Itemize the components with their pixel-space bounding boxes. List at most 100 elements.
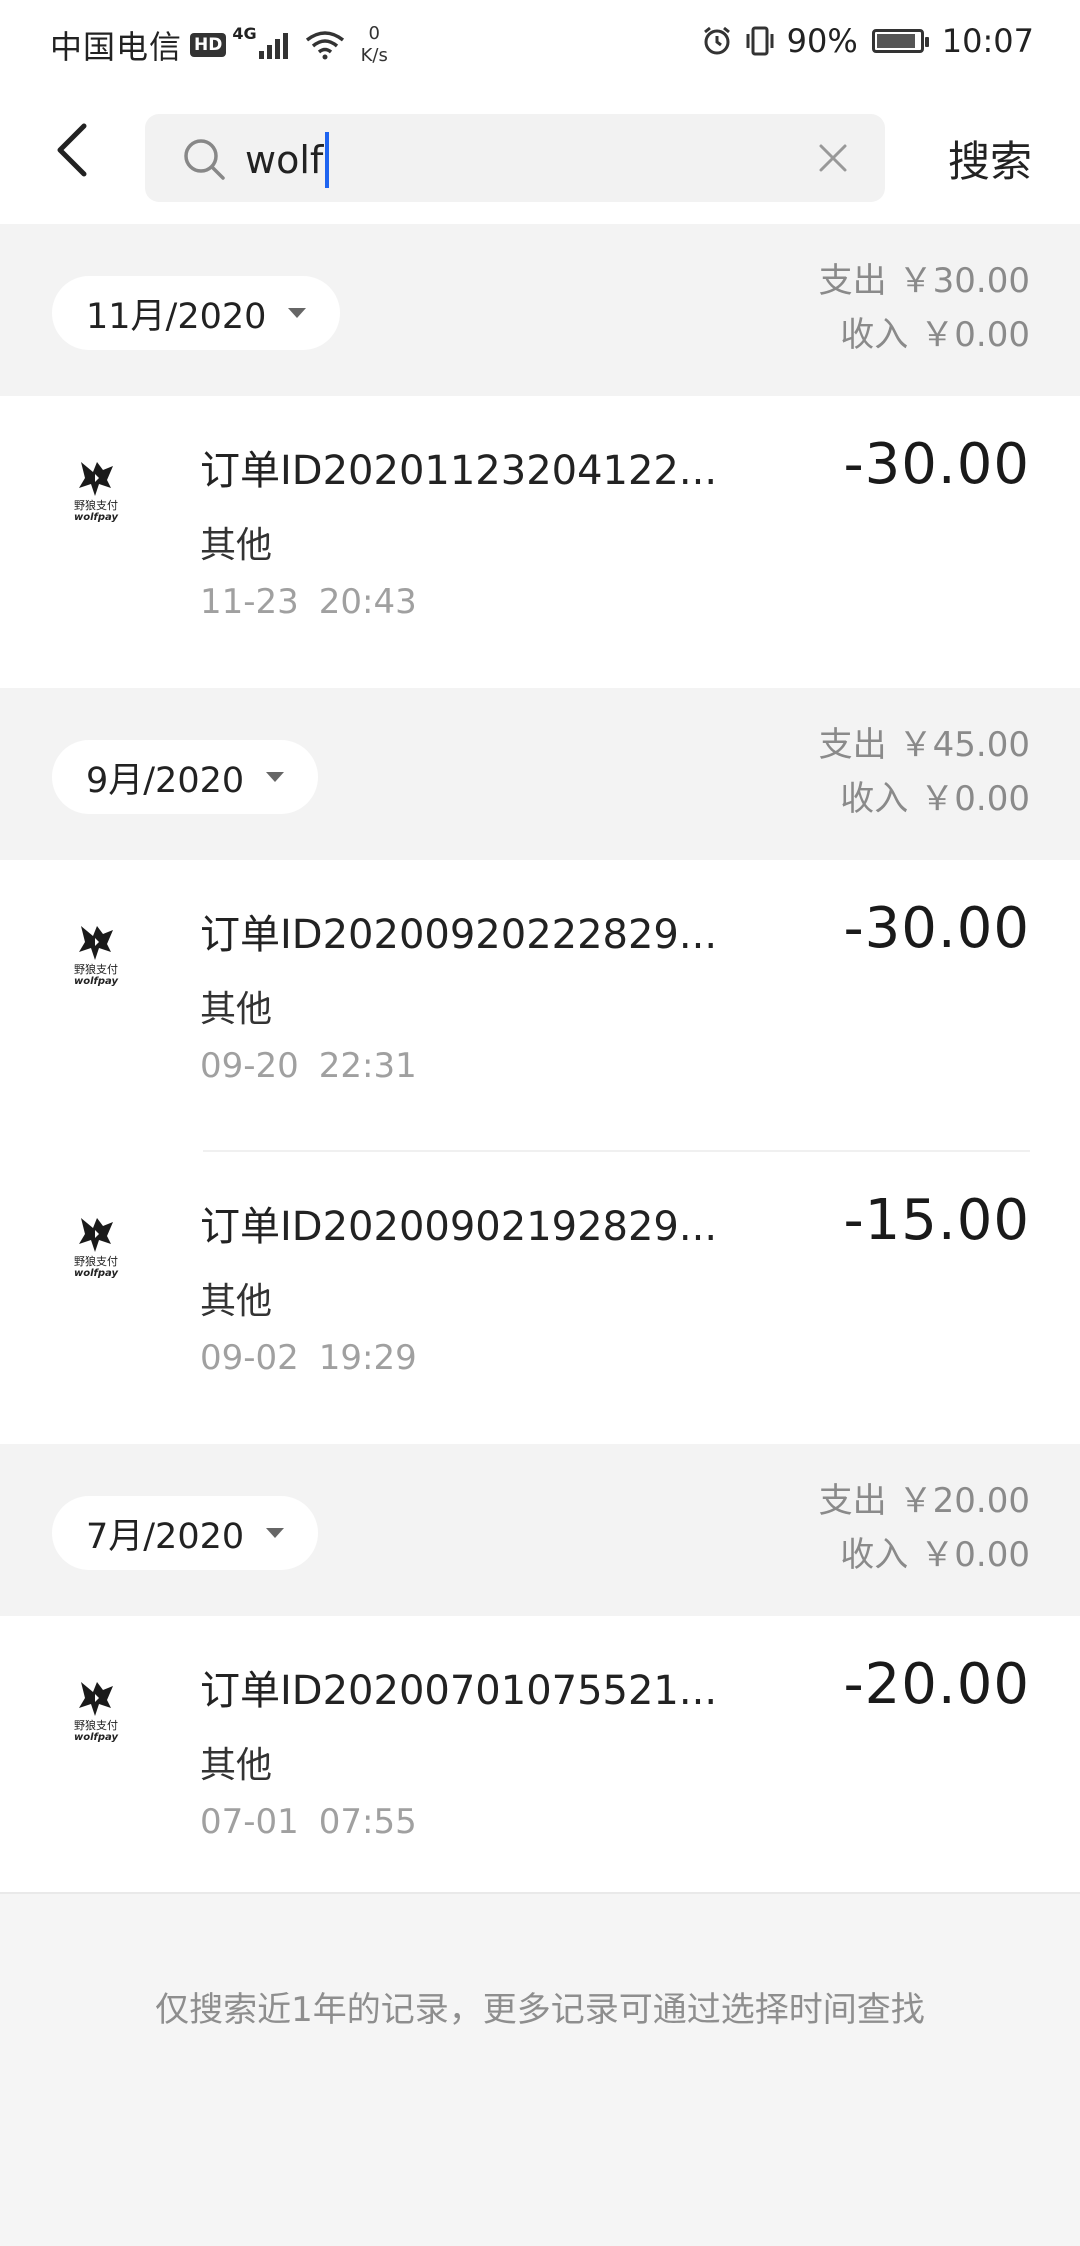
month-summary: 支出 ￥45.00 收入 ￥0.00 bbox=[819, 718, 1030, 826]
transaction-category: 其他 bbox=[200, 525, 273, 566]
transaction-date: 11-23 bbox=[200, 582, 299, 622]
transaction-amount: -20.00 bbox=[843, 1652, 1030, 1717]
income-amount: ￥0.00 bbox=[920, 779, 1030, 819]
transaction-time: 20:43 bbox=[318, 582, 417, 622]
merchant-logo-en: wolfpay bbox=[73, 512, 118, 523]
month-group-header: 7月/2020 支出 ￥20.00 收入 ￥0.00 bbox=[0, 1444, 1080, 1616]
clock: 10:07 bbox=[941, 22, 1034, 60]
transaction-datetime: 09-02 19:29 bbox=[200, 1338, 417, 1378]
month-summary: 支出 ￥20.00 收入 ￥0.00 bbox=[819, 1474, 1030, 1582]
speed-unit: K/s bbox=[360, 45, 388, 66]
merchant-logo: 野狼支付 wolfpay bbox=[60, 1678, 132, 1758]
transaction-time: 07:55 bbox=[318, 1802, 417, 1842]
transaction-category: 其他 bbox=[200, 989, 273, 1030]
expense-summary: 支出 ￥20.00 bbox=[819, 1474, 1030, 1528]
transaction-datetime: 11-23 20:43 bbox=[200, 582, 417, 622]
income-summary: 收入 ￥0.00 bbox=[819, 308, 1030, 362]
wolf-logo-icon bbox=[79, 926, 113, 960]
income-label: 收入 bbox=[840, 315, 909, 355]
transaction-time: 19:29 bbox=[318, 1338, 417, 1378]
merchant-logo-cn: 野狼支付 bbox=[74, 1719, 118, 1732]
hd-badge: HD bbox=[190, 33, 227, 57]
search-header: wolf 搜索 bbox=[0, 88, 1080, 224]
month-selector[interactable]: 9月/2020 bbox=[52, 740, 319, 814]
carrier-name: 中国电信 bbox=[50, 28, 183, 66]
month-label: 9月/2020 bbox=[86, 760, 245, 801]
merchant-logo-cn: 野狼支付 bbox=[74, 1255, 118, 1268]
transaction-date: 09-02 bbox=[200, 1338, 299, 1378]
footer: 仅搜索近1年的记录，更多记录可通过选择时间查找 bbox=[0, 1892, 1080, 2246]
merchant-logo-en: wolfpay bbox=[73, 976, 118, 987]
search-query[interactable]: wolf bbox=[245, 132, 330, 188]
vibrate-icon bbox=[746, 26, 774, 56]
transaction-category: 其他 bbox=[200, 1745, 273, 1786]
transaction-datetime: 09-20 22:31 bbox=[200, 1046, 417, 1086]
month-selector[interactable]: 7月/2020 bbox=[52, 1496, 319, 1570]
wolf-logo-icon bbox=[79, 462, 113, 496]
wolf-logo-icon bbox=[79, 1218, 113, 1252]
expense-label: 支出 bbox=[818, 261, 887, 301]
merchant-logo: 野狼支付 wolfpay bbox=[60, 458, 132, 538]
battery-percent: 90% bbox=[786, 22, 858, 60]
month-selector[interactable]: 11月/2020 bbox=[52, 276, 341, 350]
alarm-icon bbox=[703, 26, 730, 55]
back-button[interactable] bbox=[40, 118, 104, 182]
expense-label: 支出 bbox=[818, 1481, 887, 1521]
wifi-icon bbox=[305, 31, 344, 60]
status-bar: 中国电信 HD 4G 0 K/s 90% 10:07 bbox=[0, 0, 1080, 88]
transaction-category: 其他 bbox=[200, 1281, 273, 1322]
expense-summary: 支出 ￥30.00 bbox=[819, 254, 1030, 308]
merchant-logo: 野狼支付 wolfpay bbox=[60, 1214, 132, 1294]
search-icon bbox=[184, 139, 225, 180]
text-caret bbox=[325, 132, 330, 188]
transaction-row[interactable]: 野狼支付 wolfpay 订单ID20200701075521... 其他 07-01 0… bbox=[0, 1616, 1080, 1908]
transaction-row[interactable]: 野狼支付 wolfpay 订单ID20200920222829... 其他 09-20 2… bbox=[0, 860, 1080, 1152]
search-query-text: wolf bbox=[245, 138, 324, 182]
income-label: 收入 bbox=[840, 1535, 909, 1575]
speed-value: 0 bbox=[368, 23, 380, 44]
merchant-logo-cn: 野狼支付 bbox=[74, 499, 118, 512]
status-left: 中国电信 HD 4G 0 K/s bbox=[50, 22, 388, 68]
transaction-row[interactable]: 野狼支付 wolfpay 订单ID20200902192829... 其他 09-02 1… bbox=[0, 1152, 1080, 1444]
month-group-header: 11月/2020 支出 ￥30.00 收入 ￥0.00 bbox=[0, 224, 1080, 396]
month-group-header: 9月/2020 支出 ￥45.00 收入 ￥0.00 bbox=[0, 688, 1080, 860]
merchant-logo-en: wolfpay bbox=[73, 1268, 118, 1279]
transaction-title: 订单ID20200920222829... bbox=[200, 912, 718, 958]
clear-icon[interactable] bbox=[815, 140, 851, 176]
network-type: 4G bbox=[232, 23, 257, 43]
transaction-amount: -30.00 bbox=[843, 896, 1030, 961]
transaction-amount: -30.00 bbox=[843, 432, 1030, 497]
search-input[interactable]: wolf bbox=[145, 114, 885, 202]
merchant-logo-cn: 野狼支付 bbox=[74, 963, 118, 976]
expense-summary: 支出 ￥45.00 bbox=[819, 718, 1030, 772]
expense-amount: ￥30.00 bbox=[898, 261, 1030, 301]
triangle-down-icon bbox=[288, 308, 307, 318]
transaction-title: 订单ID20200701075521... bbox=[200, 1668, 718, 1714]
month-summary: 支出 ￥30.00 收入 ￥0.00 bbox=[819, 254, 1030, 362]
battery-fill bbox=[876, 34, 915, 48]
month-label: 7月/2020 bbox=[86, 1516, 245, 1557]
network-speed: 0 K/s bbox=[361, 23, 388, 67]
expense-label: 支出 bbox=[818, 725, 887, 765]
income-label: 收入 bbox=[840, 779, 909, 819]
footer-note: 仅搜索近1年的记录，更多记录可通过选择时间查找 bbox=[155, 1990, 925, 2030]
merchant-logo: 野狼支付 wolfpay bbox=[60, 922, 132, 1002]
signal-icon bbox=[258, 31, 291, 59]
transaction-list: 11月/2020 支出 ￥30.00 收入 ￥0.00 野狼支付 wolfpay 订单ID20… bbox=[0, 224, 1080, 1908]
search-button[interactable]: 搜索 bbox=[948, 128, 1032, 189]
expense-amount: ￥20.00 bbox=[898, 1481, 1030, 1521]
triangle-down-icon bbox=[266, 1528, 285, 1538]
merchant-logo-en: wolfpay bbox=[73, 1732, 118, 1743]
transaction-time: 22:31 bbox=[318, 1046, 417, 1086]
income-amount: ￥0.00 bbox=[920, 1535, 1030, 1575]
battery-icon bbox=[871, 29, 929, 53]
transaction-amount: -15.00 bbox=[843, 1188, 1030, 1253]
transaction-row[interactable]: 野狼支付 wolfpay 订单ID20201123204122... 其他 11-23 2… bbox=[0, 396, 1080, 688]
chevron-left-icon bbox=[57, 123, 87, 177]
income-amount: ￥0.00 bbox=[920, 315, 1030, 355]
transaction-date: 09-20 bbox=[200, 1046, 299, 1086]
transaction-date: 07-01 bbox=[200, 1802, 299, 1842]
transaction-title: 订单ID20201123204122... bbox=[200, 448, 718, 494]
transaction-datetime: 07-01 07:55 bbox=[200, 1802, 417, 1842]
triangle-down-icon bbox=[266, 772, 285, 782]
